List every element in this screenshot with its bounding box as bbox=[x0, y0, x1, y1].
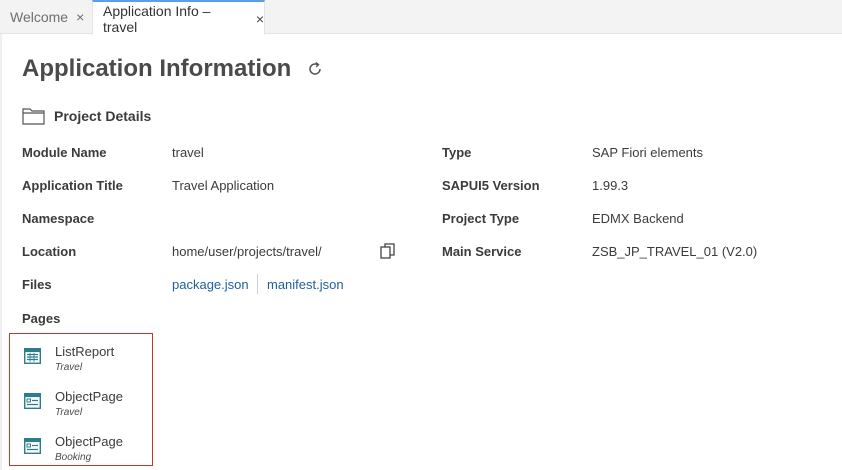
application-title-label: Application Title bbox=[22, 178, 123, 193]
object-page-icon bbox=[24, 393, 41, 409]
package-json-link[interactable]: package.json bbox=[172, 277, 249, 292]
object-page-icon bbox=[24, 438, 41, 454]
section-title: Project Details bbox=[54, 108, 152, 124]
project-type-value: EDMX Backend bbox=[592, 211, 684, 226]
namespace-label: Namespace bbox=[22, 211, 95, 226]
page-entity: Travel bbox=[55, 407, 83, 418]
tab-label: Welcome bbox=[10, 9, 69, 25]
folder-icon bbox=[22, 108, 45, 125]
page-title: Application Information bbox=[22, 55, 292, 82]
sapui5-version-value: 1.99.3 bbox=[592, 178, 629, 193]
close-icon[interactable]: × bbox=[256, 11, 264, 27]
editor-tab-bar: Welcome × Application Info – travel × bbox=[0, 0, 842, 35]
pages-list: ListReport Travel ObjectPage Travel Obje… bbox=[9, 333, 153, 466]
module-name-value: travel bbox=[172, 145, 204, 160]
page-name: ListReport bbox=[55, 344, 115, 359]
page-item-list-report-travel[interactable]: ListReport Travel bbox=[24, 344, 149, 380]
close-icon[interactable]: × bbox=[76, 9, 84, 25]
project-details-header: Project Details bbox=[22, 107, 151, 125]
tab-label: Application Info – travel bbox=[103, 2, 211, 35]
tab-welcome[interactable]: Welcome × bbox=[0, 0, 92, 34]
page-entity: Travel bbox=[55, 362, 83, 373]
sapui5-version-label: SAPUI5 Version bbox=[442, 178, 540, 193]
page-name: ObjectPage bbox=[55, 434, 123, 449]
main-service-label: Main Service bbox=[442, 244, 522, 259]
pages-label: Pages bbox=[22, 311, 61, 326]
type-label: Type bbox=[442, 145, 472, 160]
page-item-object-page-booking[interactable]: ObjectPage Booking bbox=[24, 434, 149, 470]
location-label: Location bbox=[22, 244, 77, 259]
files-divider bbox=[257, 274, 258, 294]
refresh-icon[interactable] bbox=[306, 60, 324, 78]
type-value: SAP Fiori elements bbox=[592, 145, 704, 160]
application-title-value: Travel Application bbox=[172, 178, 275, 193]
left-edge-divider bbox=[0, 34, 2, 470]
main-service-value: ZSB_JP_TRAVEL_01 (V2.0) bbox=[592, 244, 758, 259]
copy-icon[interactable] bbox=[380, 243, 396, 260]
tab-application-info[interactable]: Application Info – travel × bbox=[92, 0, 265, 35]
list-report-icon bbox=[24, 348, 41, 364]
manifest-json-link[interactable]: manifest.json bbox=[267, 277, 344, 292]
project-type-label: Project Type bbox=[442, 211, 520, 226]
page-entity: Booking bbox=[55, 452, 92, 463]
page-name: ObjectPage bbox=[55, 389, 123, 404]
location-value: home/user/projects/travel/ bbox=[172, 244, 322, 259]
module-name-label: Module Name bbox=[22, 145, 107, 160]
page-item-object-page-travel[interactable]: ObjectPage Travel bbox=[24, 389, 149, 425]
files-label: Files bbox=[22, 277, 52, 292]
